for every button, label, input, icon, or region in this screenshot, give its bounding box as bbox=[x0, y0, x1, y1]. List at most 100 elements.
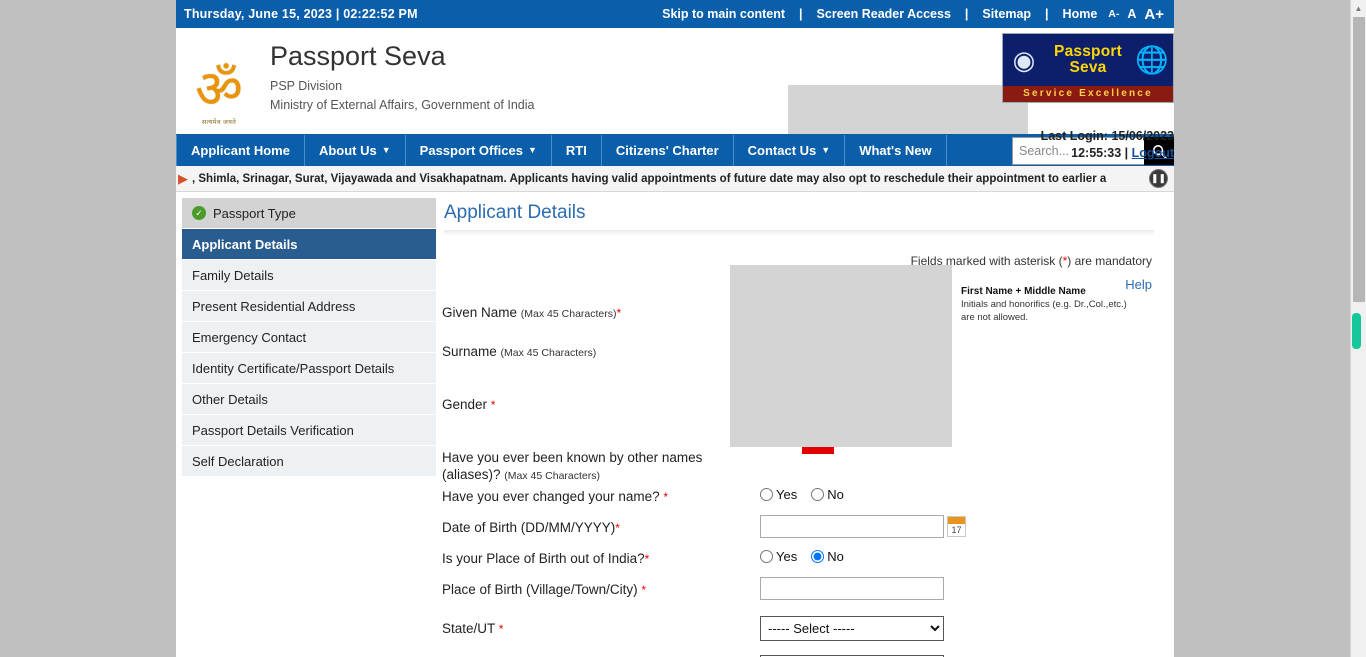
nav-item-rti[interactable]: RTI bbox=[552, 135, 602, 166]
radio-pob-outside-no[interactable]: No bbox=[811, 549, 844, 564]
sidebar-item-identity-certificate-passport-details[interactable]: Identity Certificate/Passport Details bbox=[182, 353, 436, 384]
form-rows: Given Name (Max 45 Characters)* Surname … bbox=[442, 300, 1180, 657]
logout-link[interactable]: Logout bbox=[1132, 146, 1174, 160]
label-text-line-1: Have you ever been known by other names bbox=[442, 450, 703, 465]
label-hint: (Max 45 Characters) bbox=[504, 470, 600, 483]
sidebar-item-label: Present Residential Address bbox=[192, 298, 356, 314]
row-place-of-birth: Place of Birth (Village/Town/City) * bbox=[442, 576, 1180, 608]
applicant-details-form: Applicant Details Fields marked with ast… bbox=[436, 192, 1174, 657]
separator: | bbox=[964, 7, 969, 21]
radio-input-no[interactable] bbox=[811, 487, 825, 501]
label-hint: (Max 45 Characters) bbox=[500, 347, 597, 359]
badge-emblem-icon: ◉ bbox=[1012, 44, 1036, 75]
control-changed-name: Yes No bbox=[760, 484, 1180, 502]
sidebar-item-emergency-contact[interactable]: Emergency Contact bbox=[182, 322, 436, 353]
screen-reader-access-link[interactable]: Screen Reader Access bbox=[810, 7, 958, 21]
passport-seva-logo-badge: ◉ Passport Seva 🌐 Service Excellence bbox=[1002, 33, 1174, 103]
radio-label-yes: Yes bbox=[776, 486, 798, 502]
sidebar-item-label: Family Details bbox=[192, 267, 274, 283]
font-normal-button[interactable]: A bbox=[1123, 7, 1140, 21]
page-scrollbar[interactable]: ▲ bbox=[1350, 0, 1366, 657]
radio-input-yes[interactable] bbox=[760, 549, 773, 563]
utility-links: Skip to main content | Screen Reader Acc… bbox=[655, 6, 1168, 23]
page-title: Applicant Details bbox=[444, 202, 586, 223]
nav-item-about-us[interactable]: About Us ▼ bbox=[305, 135, 406, 166]
place-of-birth-input[interactable] bbox=[760, 576, 944, 600]
sidebar-item-present-residential-address[interactable]: Present Residential Address bbox=[182, 291, 436, 322]
radio-changed-name-no[interactable]: No bbox=[811, 487, 844, 502]
control-place-of-birth bbox=[760, 576, 1180, 600]
nav-label: About Us bbox=[318, 143, 377, 158]
row-changed-name: Have you ever changed your name? * Yes N… bbox=[442, 484, 1180, 515]
radio-changed-name-yes[interactable]: Yes bbox=[760, 487, 797, 502]
asterisk: * bbox=[641, 582, 647, 597]
marquee-text: , Shimla, Srinagar, Surat, Vijayawada an… bbox=[192, 172, 1107, 185]
state-ut-select[interactable]: ----- Select ----- bbox=[760, 615, 944, 641]
sidebar-item-label: Passport Type bbox=[213, 205, 296, 221]
label-gender: Gender * bbox=[442, 392, 760, 413]
nav-item-contact-us[interactable]: Contact Us ▼ bbox=[734, 135, 846, 166]
current-datetime: Thursday, June 15, 2023 | 02:22:52 PM bbox=[184, 7, 418, 21]
font-decrease-button[interactable]: A- bbox=[1104, 8, 1123, 20]
scroll-up-arrow-icon[interactable]: ▲ bbox=[1351, 0, 1366, 17]
date-of-birth-wrap: 17 bbox=[760, 514, 1180, 538]
control-date-of-birth: 17 bbox=[760, 514, 1180, 538]
asterisk: * bbox=[490, 398, 496, 412]
label-hint: (Max 45 Characters) bbox=[520, 308, 617, 320]
radio-input-yes[interactable] bbox=[760, 487, 773, 501]
font-increase-button[interactable]: A+ bbox=[1140, 6, 1168, 23]
label-text: Have you ever changed your name? bbox=[442, 488, 660, 504]
asterisk: * bbox=[615, 520, 620, 535]
radio-label-yes: Yes bbox=[776, 548, 798, 564]
marquee-pause-button[interactable]: ❚❚ bbox=[1149, 169, 1168, 188]
nav-label: Contact Us bbox=[747, 143, 817, 158]
label-text-line-2: (aliases)? bbox=[442, 467, 501, 483]
label-text: Given Name bbox=[442, 305, 518, 320]
nav-item-passport-offices[interactable]: Passport Offices ▼ bbox=[406, 135, 552, 166]
radio-pob-outside-yes[interactable]: Yes bbox=[760, 549, 797, 564]
home-link[interactable]: Home bbox=[1056, 7, 1105, 21]
radio-input-no[interactable] bbox=[811, 549, 825, 563]
page-body: ✓ Passport Type Applicant Details Family… bbox=[176, 192, 1174, 657]
separator: | bbox=[1045, 7, 1049, 21]
separator: | bbox=[1124, 145, 1129, 160]
sitemap-link[interactable]: Sitemap bbox=[975, 7, 1038, 21]
nav-item-whats-new[interactable]: What's New bbox=[845, 135, 947, 166]
note-post: ) are mandatory bbox=[1067, 254, 1152, 268]
last-login-label: Last Login: bbox=[1040, 129, 1108, 143]
badge-text: Passport Seva bbox=[1045, 34, 1131, 86]
row-gender: Gender * bbox=[442, 392, 1180, 423]
globe-icon: 🌐 bbox=[1135, 45, 1169, 75]
label-changed-name: Have you ever changed your name? * bbox=[442, 484, 760, 505]
calendar-icon[interactable]: 17 bbox=[947, 515, 966, 537]
scrollbar-thumb[interactable] bbox=[1353, 17, 1365, 302]
sidebar-item-family-details[interactable]: Family Details bbox=[182, 260, 436, 291]
sidebar-item-self-declaration[interactable]: Self Declaration bbox=[182, 446, 436, 477]
content-column: Thursday, June 15, 2023 | 02:22:52 PM Sk… bbox=[176, 0, 1174, 657]
radio-label-no: No bbox=[827, 486, 844, 502]
sidebar-item-passport-type[interactable]: ✓ Passport Type bbox=[182, 198, 436, 229]
last-login-line-1: Last Login: 15/06/2023 bbox=[1041, 128, 1174, 145]
sidebar-item-label: Self Declaration bbox=[192, 453, 284, 469]
tooltip-title: First Name + Middle Name bbox=[961, 286, 1086, 297]
nav-item-applicant-home[interactable]: Applicant Home bbox=[176, 135, 305, 166]
label-text: State/UT bbox=[442, 620, 496, 636]
sidebar-item-label: Emergency Contact bbox=[192, 329, 307, 345]
calendar-icon-day: 17 bbox=[951, 524, 962, 535]
mandatory-fields-note: Fields marked with asterisk (*) are mand… bbox=[444, 236, 1154, 268]
asterisk: * bbox=[663, 489, 669, 504]
asterisk: * bbox=[498, 621, 504, 636]
skip-to-main-content-link[interactable]: Skip to main content bbox=[655, 7, 792, 21]
site-subtitle-ministry: Ministry of External Affairs, Government… bbox=[270, 97, 535, 112]
app-window: Thursday, June 15, 2023 | 02:22:52 PM Sk… bbox=[0, 0, 1366, 657]
form-steps-sidebar: ✓ Passport Type Applicant Details Family… bbox=[176, 192, 436, 657]
last-login-info: Last Login: 15/06/2023 12:55:33 | Logout bbox=[1041, 128, 1174, 162]
sidebar-item-passport-details-verification[interactable]: Passport Details Verification bbox=[182, 415, 436, 446]
date-of-birth-input[interactable] bbox=[760, 514, 944, 538]
nav-item-citizens-charter[interactable]: Citizens' Charter bbox=[602, 135, 734, 166]
sidebar-item-applicant-details[interactable]: Applicant Details bbox=[182, 229, 436, 260]
sidebar-item-other-details[interactable]: Other Details bbox=[182, 384, 436, 415]
chevron-down-icon: ▼ bbox=[821, 145, 831, 155]
